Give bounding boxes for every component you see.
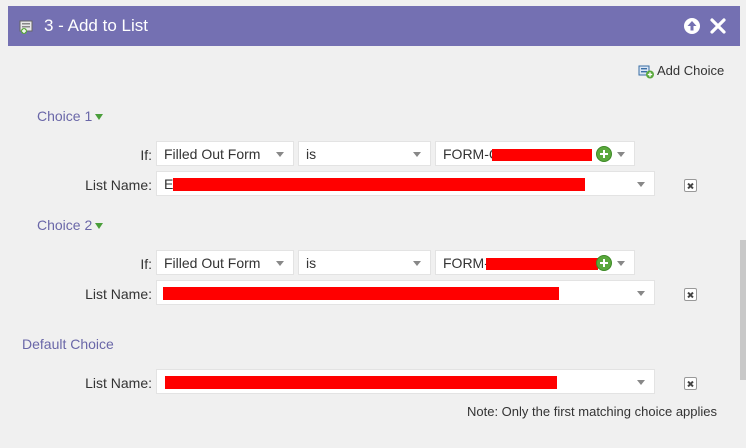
chevron-down-icon xyxy=(276,152,284,157)
redaction-mark xyxy=(165,376,557,389)
choice-2-heading[interactable]: Choice 2 xyxy=(37,217,104,233)
delete-choice-1-button[interactable] xyxy=(684,179,697,192)
choice-1-list-select[interactable]: E xyxy=(156,171,655,196)
add-choice-icon xyxy=(638,65,654,79)
choice-1-form-value: FORM-C xyxy=(443,146,499,162)
chevron-down-icon xyxy=(413,261,421,266)
add-choice-label: Add Choice xyxy=(657,63,725,78)
choice-1-condition-select[interactable]: Filled Out Form xyxy=(156,141,294,166)
redaction-mark xyxy=(173,178,585,191)
default-choice-heading: Default Choice xyxy=(22,336,114,352)
choice-2-form-value: FORM- xyxy=(443,255,489,271)
default-list-select[interactable] xyxy=(156,369,655,394)
delete-choice-2-button[interactable] xyxy=(684,288,697,301)
choice-2-title: Choice 2 xyxy=(37,217,93,233)
choice-1-form-select[interactable]: FORM-C xyxy=(435,141,635,166)
chevron-down-icon xyxy=(637,380,645,385)
scrollbar[interactable] xyxy=(740,240,746,380)
matching-note: Note: Only the first matching choice app… xyxy=(467,404,718,419)
choice-1-operator-select[interactable]: is xyxy=(298,141,431,166)
list-name-label: List Name: xyxy=(85,375,152,391)
list-name-label: List Name: xyxy=(85,286,152,302)
arrow-up-circle-icon[interactable] xyxy=(682,16,702,36)
choice-2-condition-select[interactable]: Filled Out Form xyxy=(156,250,294,275)
chevron-down-icon xyxy=(617,152,625,157)
choice-1-operator-value: is xyxy=(306,146,317,162)
choice-1-heading[interactable]: Choice 1 xyxy=(37,108,104,124)
add-form-icon[interactable] xyxy=(596,146,612,162)
close-icon[interactable] xyxy=(708,16,728,36)
caret-down-icon[interactable] xyxy=(95,114,104,121)
list-add-icon xyxy=(19,20,33,34)
redaction-mark xyxy=(492,149,592,161)
choice-2-operator-value: is xyxy=(306,255,317,271)
add-form-icon[interactable] xyxy=(596,255,612,271)
dialog-body: Add Choice Choice 1 If: Filled Out Form … xyxy=(8,46,740,448)
chevron-down-icon xyxy=(617,261,625,266)
choice-1-title: Choice 1 xyxy=(37,108,93,124)
choice-2-operator-select[interactable]: is xyxy=(298,250,431,275)
choice-2-condition-value: Filled Out Form xyxy=(164,255,261,271)
choice-2-form-select[interactable]: FORM- xyxy=(435,250,635,275)
dialog-title: 3 - Add to List xyxy=(44,16,148,35)
choice-2-list-select[interactable] xyxy=(156,280,655,305)
redaction-mark xyxy=(163,287,559,300)
if-label: If: xyxy=(140,147,152,163)
if-label: If: xyxy=(140,256,152,272)
delete-default-button[interactable] xyxy=(684,377,697,390)
add-to-list-dialog: 3 - Add to List Add Choice Choice 1 If: xyxy=(0,0,746,448)
choice-1-list-value: E xyxy=(164,176,174,192)
choice-1-condition-value: Filled Out Form xyxy=(164,146,261,162)
chevron-down-icon xyxy=(276,261,284,266)
chevron-down-icon xyxy=(637,182,645,187)
list-name-label: List Name: xyxy=(85,177,152,193)
chevron-down-icon xyxy=(413,152,421,157)
caret-down-icon[interactable] xyxy=(95,223,104,230)
redaction-mark xyxy=(486,258,598,270)
chevron-down-icon xyxy=(637,291,645,296)
dialog-titlebar: 3 - Add to List xyxy=(8,6,740,46)
